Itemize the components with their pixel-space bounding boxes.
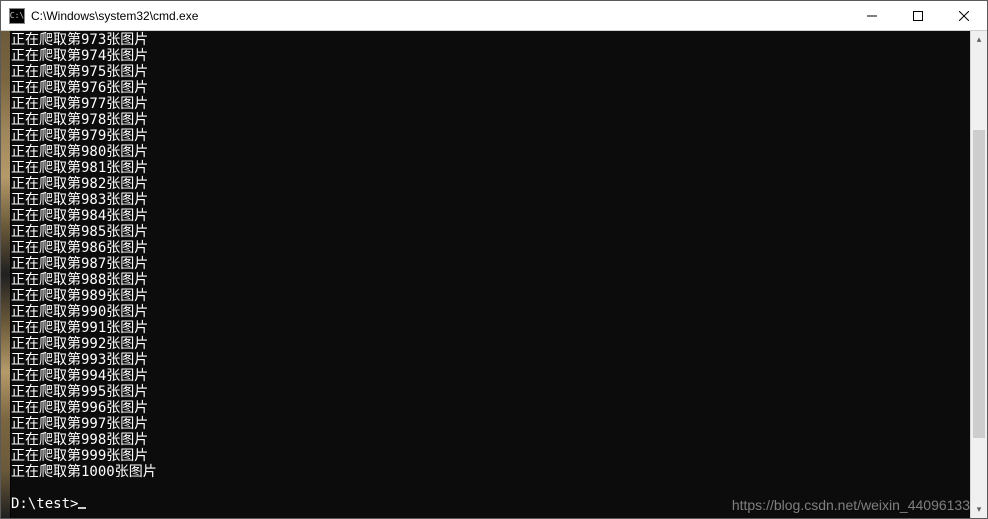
output-line: 正在爬取第975张图片 xyxy=(11,64,970,80)
output-line: 正在爬取第981张图片 xyxy=(11,160,970,176)
cmd-icon: C:\ xyxy=(9,8,25,24)
output-line: 正在爬取第986张图片 xyxy=(11,240,970,256)
scroll-down-arrow-icon[interactable]: ▾ xyxy=(971,501,987,518)
left-edge-decoration xyxy=(1,31,11,518)
output-line: 正在爬取第995张图片 xyxy=(11,384,970,400)
output-line: 正在爬取第982张图片 xyxy=(11,176,970,192)
cmd-window: C:\ C:\Windows\system32\cmd.exe 正在爬取第973… xyxy=(0,0,988,519)
window-title: C:\Windows\system32\cmd.exe xyxy=(31,9,849,23)
output-line: 正在爬取第980张图片 xyxy=(11,144,970,160)
output-line: 正在爬取第988张图片 xyxy=(11,272,970,288)
output-line: 正在爬取第994张图片 xyxy=(11,368,970,384)
vertical-scrollbar[interactable]: ▴ ▾ xyxy=(970,31,987,518)
output-line: 正在爬取第978张图片 xyxy=(11,112,970,128)
output-line: 正在爬取第974张图片 xyxy=(11,48,970,64)
console-output[interactable]: 正在爬取第973张图片正在爬取第974张图片正在爬取第975张图片正在爬取第97… xyxy=(11,31,970,518)
output-line: 正在爬取第979张图片 xyxy=(11,128,970,144)
output-line: 正在爬取第987张图片 xyxy=(11,256,970,272)
window-controls xyxy=(849,1,987,30)
minimize-button[interactable] xyxy=(849,1,895,30)
output-line: 正在爬取第992张图片 xyxy=(11,336,970,352)
output-line: 正在爬取第985张图片 xyxy=(11,224,970,240)
output-line: 正在爬取第998张图片 xyxy=(11,432,970,448)
console-area: 正在爬取第973张图片正在爬取第974张图片正在爬取第975张图片正在爬取第97… xyxy=(1,31,987,518)
titlebar[interactable]: C:\ C:\Windows\system32\cmd.exe xyxy=(1,1,987,31)
scroll-up-arrow-icon[interactable]: ▴ xyxy=(971,31,987,48)
cursor xyxy=(78,507,86,509)
scrollbar-track[interactable] xyxy=(971,48,987,501)
output-line: 正在爬取第997张图片 xyxy=(11,416,970,432)
maximize-button[interactable] xyxy=(895,1,941,30)
output-line: 正在爬取第984张图片 xyxy=(11,208,970,224)
output-line: 正在爬取第991张图片 xyxy=(11,320,970,336)
output-line: 正在爬取第973张图片 xyxy=(11,32,970,48)
output-line: 正在爬取第989张图片 xyxy=(11,288,970,304)
output-line: 正在爬取第990张图片 xyxy=(11,304,970,320)
output-line: 正在爬取第977张图片 xyxy=(11,96,970,112)
output-line: 正在爬取第976张图片 xyxy=(11,80,970,96)
prompt-line[interactable]: D:\test> xyxy=(11,496,970,512)
output-line: 正在爬取第993张图片 xyxy=(11,352,970,368)
output-line: 正在爬取第999张图片 xyxy=(11,448,970,464)
output-line: 正在爬取第996张图片 xyxy=(11,400,970,416)
output-line: 正在爬取第1000张图片 xyxy=(11,464,970,480)
close-button[interactable] xyxy=(941,1,987,30)
scrollbar-thumb[interactable] xyxy=(973,130,985,438)
output-line: 正在爬取第983张图片 xyxy=(11,192,970,208)
